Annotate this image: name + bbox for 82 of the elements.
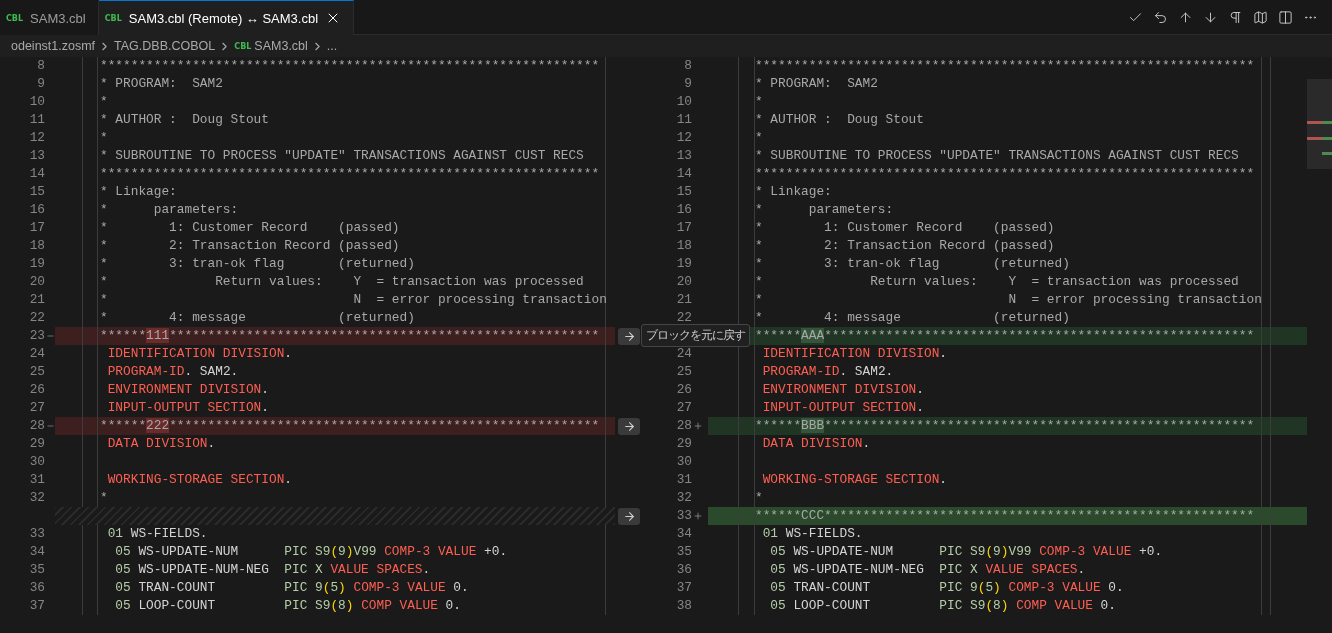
pilcrow-icon[interactable]	[1228, 9, 1243, 25]
line-number: 24	[675, 345, 692, 363]
line-number: 11	[675, 111, 692, 129]
line-number: 25	[675, 363, 692, 381]
breadcrumb-item[interactable]: TAG.DBB.COBOL	[114, 39, 216, 53]
line-number: 32	[675, 489, 692, 507]
line-number: 28	[28, 417, 45, 435]
line-number: 33	[675, 507, 692, 525]
line-number: 21	[675, 291, 692, 309]
line-number: 11	[28, 111, 45, 129]
line-number: 12	[28, 129, 45, 147]
arrow-right-icon	[622, 419, 636, 433]
line-number: 36	[675, 561, 692, 579]
line-number: 32	[28, 489, 45, 507]
line-number: 38	[675, 597, 692, 615]
line-number: 20	[28, 273, 45, 291]
line-number: 30	[675, 453, 692, 471]
line-number: 9	[36, 75, 45, 93]
editor-tab[interactable]: CBL SAM3.cbl (Remote) ↔ SAM3.cbl	[98, 0, 355, 35]
breadcrumb-item[interactable]: odeinst1.zosmf	[11, 39, 96, 53]
line-number: 16	[28, 201, 45, 219]
line-number: 29	[675, 435, 692, 453]
revert-block-button[interactable]	[618, 327, 640, 345]
tab-label: SAM3.cbl	[30, 10, 86, 26]
line-number: 18	[675, 237, 692, 255]
line-number: 29	[28, 435, 45, 453]
line-number: 24	[28, 345, 45, 363]
undo-icon[interactable]	[1153, 9, 1168, 25]
line-number: 30	[28, 453, 45, 471]
line-number: 35	[675, 543, 692, 561]
split-view-icon[interactable]	[1278, 9, 1293, 25]
line-number: 16	[675, 201, 692, 219]
breadcrumb-item[interactable]: ...	[326, 39, 338, 53]
file-type-label: CBL	[6, 13, 24, 23]
line-number: 37	[675, 579, 692, 597]
tooltip: ブロックを元に戻す	[641, 324, 750, 347]
line-number: 25	[28, 363, 45, 381]
line-number: 33	[28, 525, 45, 543]
line-number: 17	[28, 219, 45, 237]
tab-label: SAM3.cbl (Remote) ↔ SAM3.cbl	[128, 10, 319, 26]
revert-block-button[interactable]	[618, 507, 640, 525]
line-number: 35	[28, 561, 45, 579]
line-number: 8	[683, 57, 692, 75]
line-number: 10	[675, 93, 692, 111]
line-number: 15	[675, 183, 692, 201]
line-number: 26	[28, 381, 45, 399]
line-number: 22	[28, 309, 45, 327]
line-number: 19	[675, 255, 692, 273]
line-number: 10	[28, 93, 45, 111]
editor-tab[interactable]: CBL SAM3.cbl	[0, 0, 99, 35]
revert-block-button[interactable]	[618, 417, 640, 435]
line-number: 27	[675, 399, 692, 417]
line-number: 8	[36, 57, 45, 75]
line-number: 18	[28, 237, 45, 255]
arrow-right-icon	[622, 509, 636, 523]
line-number: 17	[675, 219, 692, 237]
line-number: 34	[675, 525, 692, 543]
line-number: 12	[675, 129, 692, 147]
line-number: 14	[675, 165, 692, 183]
line-number: 13	[675, 147, 692, 165]
line-number: 36	[28, 579, 45, 597]
line-number: 19	[28, 255, 45, 273]
line-number: 23	[28, 327, 45, 345]
line-number: 37	[28, 597, 45, 615]
line-number: 9	[683, 75, 692, 93]
line-number: 21	[28, 291, 45, 309]
line-number: 13	[28, 147, 45, 165]
line-number: 31	[28, 471, 45, 489]
line-number: 20	[675, 273, 692, 291]
breadcrumb-item[interactable]: SAM3.cbl	[254, 39, 308, 53]
line-number: 15	[28, 183, 45, 201]
line-number: 34	[28, 543, 45, 561]
line-number: 26	[675, 381, 692, 399]
map-icon[interactable]	[1253, 9, 1268, 25]
line-number: 22	[675, 309, 692, 327]
file-type-label: CBL	[234, 41, 252, 51]
line-number: 27	[28, 399, 45, 417]
line-number: 14	[28, 165, 45, 183]
line-number: 28	[675, 417, 692, 435]
file-type-label: CBL	[104, 13, 122, 23]
arrow-right-icon	[622, 329, 636, 343]
line-number: 31	[675, 471, 692, 489]
